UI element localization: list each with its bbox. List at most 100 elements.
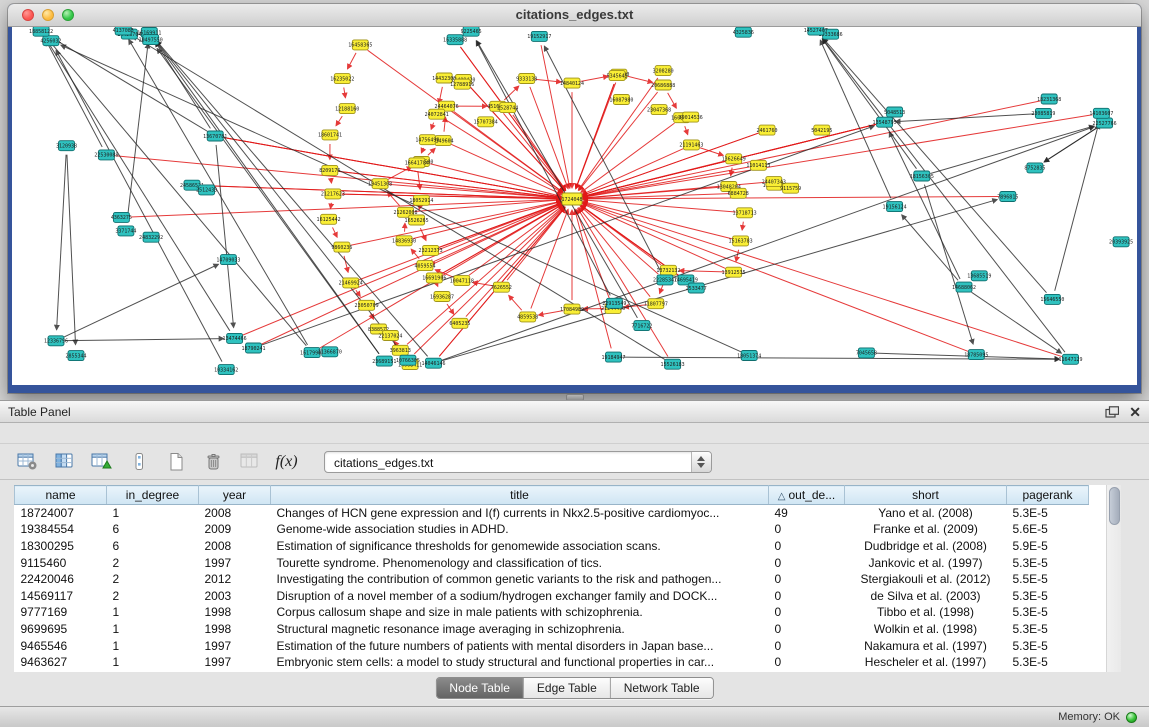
graph-edge[interactable] [930, 126, 1094, 173]
graph-node[interactable]: 6405235 [449, 318, 470, 328]
table-cell[interactable]: 0 [769, 571, 845, 588]
graph-node[interactable]: 22530088 [94, 150, 118, 160]
graph-node[interactable]: 10766305 [396, 355, 420, 365]
table-cell[interactable]: 5.5E-5 [1007, 571, 1089, 588]
table-cell[interactable]: Tourette syndrome. Phenomenology and cla… [271, 554, 769, 571]
table-cell[interactable]: Hescheler et al. (1997) [845, 654, 1007, 671]
graph-edge[interactable] [576, 84, 614, 189]
graph-node[interactable]: 3120938 [56, 141, 77, 151]
graph-node[interactable]: 2533477 [686, 283, 707, 293]
table-cell[interactable]: Nakamura et al. (1997) [845, 637, 1007, 654]
graph-node[interactable]: 8752835 [1024, 163, 1045, 173]
table-row[interactable]: 1872400712008Changes of HCN gene express… [15, 505, 1089, 522]
graph-edge[interactable] [823, 38, 1046, 292]
table-cell[interactable]: 0 [769, 621, 845, 638]
graph-node[interactable]: 13685519 [967, 271, 991, 281]
graph-edge[interactable] [56, 50, 222, 361]
table-cell[interactable]: 5.3E-5 [1007, 554, 1089, 571]
column-header-out_de[interactable]: △out_de... [769, 486, 845, 505]
graph-node[interactable]: 16087980 [609, 95, 633, 105]
graph-node[interactable]: 24407343 [762, 177, 786, 187]
merge-table-button[interactable] [236, 448, 263, 476]
graph-node[interactable]: 16125442 [317, 214, 341, 224]
float-panel-button[interactable] [1105, 406, 1119, 418]
column-header-short[interactable]: short [845, 486, 1007, 505]
graph-node[interactable]: 18601741 [318, 130, 342, 140]
graph-node[interactable]: 18231368 [1037, 94, 1061, 104]
table-cell[interactable]: Tibbo et al. (1998) [845, 604, 1007, 621]
graph-node[interactable]: 2461760 [756, 125, 777, 135]
graph-edge[interactable] [67, 155, 76, 345]
graph-node[interactable]: 7045658 [856, 348, 877, 358]
table-cell[interactable]: 5.3E-5 [1007, 587, 1089, 604]
table-cell[interactable]: 1997 [199, 654, 271, 671]
graph-node[interactable]: 23085819 [1031, 108, 1055, 118]
graph-edge[interactable] [216, 145, 233, 328]
window-titlebar[interactable]: citations_edges.txt [8, 4, 1141, 27]
table-cell[interactable]: 18724007 [15, 505, 107, 522]
graph-node[interactable]: 24832292 [139, 232, 163, 242]
function-builder-button[interactable]: f(x) [273, 448, 300, 476]
table-cell[interactable]: de Silva et al. (2003) [845, 587, 1007, 604]
graph-node[interactable]: 14840124 [560, 78, 584, 88]
graph-edge[interactable] [431, 123, 433, 130]
graph-edge[interactable] [466, 207, 565, 316]
graph-edge[interactable] [700, 148, 723, 156]
graph-node[interactable]: 14688062 [952, 282, 976, 292]
table-cell[interactable]: Estimation of the future numbers of pati… [271, 637, 769, 654]
graph-edge[interactable] [155, 42, 210, 129]
table-row[interactable]: 911546021997Tourette syndrome. Phenomeno… [15, 554, 1089, 571]
graph-node[interactable]: 7716722 [631, 321, 652, 331]
graph-edge[interactable] [243, 203, 562, 335]
table-cell[interactable]: 1 [107, 505, 199, 522]
table-cell[interactable]: 2012 [199, 571, 271, 588]
table-cell[interactable]: 49 [769, 505, 845, 522]
table-cell[interactable]: 2008 [199, 538, 271, 555]
table-cell[interactable]: 6 [107, 521, 199, 538]
column-settings-button[interactable] [14, 448, 41, 476]
graph-node[interactable]: 19156124 [883, 202, 907, 212]
graph-node[interactable]: 13670781 [203, 131, 227, 141]
table-cell[interactable]: 2 [107, 554, 199, 571]
table-cell[interactable]: 1997 [199, 554, 271, 571]
table-cell[interactable]: 5.3E-5 [1007, 621, 1089, 638]
graph-edge[interactable] [344, 256, 348, 272]
table-cell[interactable]: 0 [769, 554, 845, 571]
graph-edge[interactable] [622, 357, 1059, 359]
graph-edge[interactable] [731, 168, 732, 176]
tab-edge-table[interactable]: Edge Table [524, 678, 611, 698]
table-row[interactable]: 969969511998Structural magnetic resonanc… [15, 621, 1089, 638]
table-cell[interactable]: 5.3E-5 [1007, 654, 1089, 671]
graph-node[interactable]: 3371744 [115, 226, 136, 236]
graph-edge[interactable] [460, 47, 565, 190]
table-cell[interactable]: 1 [107, 604, 199, 621]
graph-edge[interactable] [583, 202, 732, 239]
graph-node[interactable]: 15646550 [1040, 294, 1064, 304]
graph-node[interactable]: 17084982 [560, 304, 584, 314]
table-cell[interactable]: 1998 [199, 621, 271, 638]
table-cell[interactable]: 1998 [199, 604, 271, 621]
graph-edge[interactable] [742, 222, 743, 230]
graph-edge[interactable] [896, 114, 1035, 122]
table-cell[interactable]: 5.3E-5 [1007, 505, 1089, 522]
table-cell[interactable]: Wolkin et al. (1998) [845, 621, 1007, 638]
graph-node[interactable]: 13718713 [733, 208, 757, 218]
graph-node[interactable]: 13732132 [656, 265, 680, 275]
table-cell[interactable]: 14569117 [15, 587, 107, 604]
table-cell[interactable]: 2008 [199, 505, 271, 522]
graph-node[interactable]: 9225465 [461, 27, 482, 36]
graph-node[interactable]: 4859538 [517, 312, 538, 322]
graph-edge[interactable] [581, 76, 608, 81]
graph-hub-node[interactable]: 1724048 [561, 193, 582, 205]
table-cell[interactable]: Structural magnetic resonance image aver… [271, 621, 769, 638]
graph-node[interactable]: 2512433 [196, 185, 217, 195]
new-table-button[interactable] [162, 448, 189, 476]
graph-node[interactable]: 7896815 [997, 192, 1018, 202]
graph-node[interactable]: 22527766 [1093, 118, 1117, 128]
table-cell[interactable]: 2003 [199, 587, 271, 604]
delete-table-button[interactable] [199, 448, 226, 476]
table-cell[interactable]: Genome-wide association studies in ADHD. [271, 521, 769, 538]
graph-edge[interactable] [583, 115, 1093, 197]
table-row[interactable]: 946362711997Embryonic stem cells: a mode… [15, 654, 1089, 671]
table-cell[interactable]: 18300295 [15, 538, 107, 555]
